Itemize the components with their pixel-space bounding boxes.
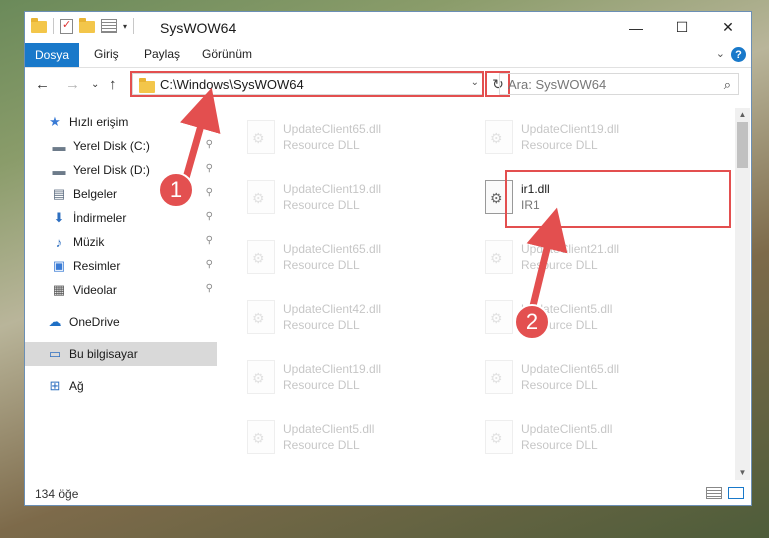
step-2-badge: 2 bbox=[514, 304, 550, 340]
step-1-badge: 1 bbox=[158, 172, 194, 208]
arrow-to-file bbox=[526, 207, 568, 311]
annotation-arrows bbox=[180, 87, 568, 311]
arrow-to-address-bar bbox=[180, 87, 221, 179]
